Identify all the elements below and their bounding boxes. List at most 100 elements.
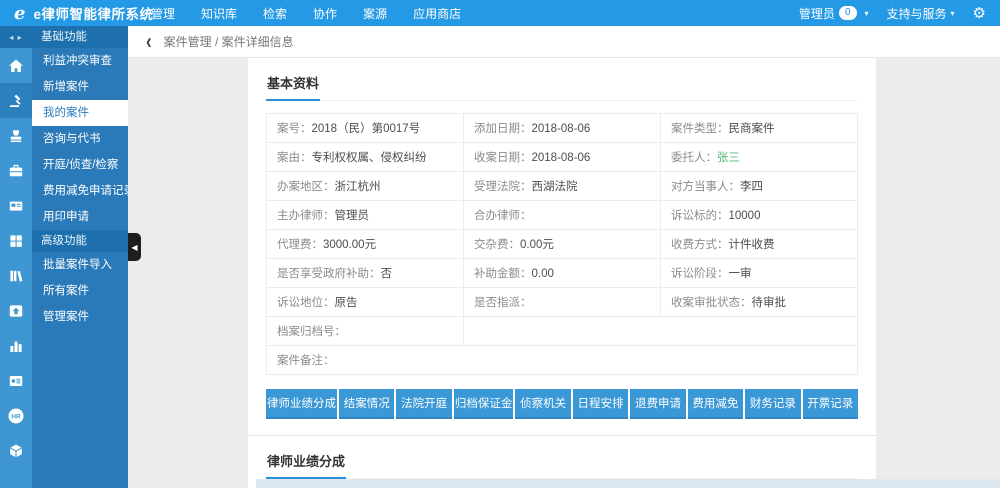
- section-divider: [248, 435, 876, 436]
- nav-collaboration[interactable]: 协作: [313, 5, 337, 22]
- info-cell-accept-date: 收案日期：2018-08-06: [464, 143, 661, 172]
- bar-chart-icon[interactable]: [0, 328, 32, 363]
- btn-investigation-agency[interactable]: 侦察机关: [515, 389, 570, 419]
- info-cell-client: 委托人：张三: [661, 143, 858, 172]
- hr-icon[interactable]: HR: [0, 398, 32, 433]
- nav-search[interactable]: 检索: [263, 5, 287, 22]
- idcard-icon[interactable]: [0, 188, 32, 223]
- nav-case-source[interactable]: 案源: [363, 5, 387, 22]
- stamp-icon[interactable]: [0, 118, 32, 153]
- btn-court-session[interactable]: 法院开庭: [396, 389, 451, 419]
- top-nav: 管理 知识库 检索 协作 案源 应用商店: [138, 5, 474, 22]
- sidebar-item-manage-cases[interactable]: 管理案件: [32, 304, 128, 330]
- info-cell-litigation-stage: 诉讼阶段：一审: [661, 259, 858, 288]
- breadcrumb: ‹ 案件管理 / 案件详细信息: [128, 26, 1000, 58]
- btn-finance-records[interactable]: 财务记录: [745, 389, 800, 419]
- table-row: 是否享受政府补助：否 补助金额：0.00 诉讼阶段：一审: [267, 259, 858, 288]
- nav-knowledge-base[interactable]: 知识库: [201, 5, 237, 22]
- grid-icon[interactable]: [0, 223, 32, 258]
- back-icon[interactable]: ‹: [146, 30, 152, 52]
- app-logo[interactable]: e e律师智能律所系统: [0, 3, 128, 24]
- btn-invoice-records[interactable]: 开票记录: [803, 389, 858, 419]
- sidebar-item-seal-request[interactable]: 用印申请: [32, 204, 128, 230]
- btn-archive-deposit[interactable]: 归档保证金: [454, 389, 514, 419]
- cube-icon[interactable]: [0, 433, 32, 468]
- info-cell-empty: [464, 317, 858, 346]
- nav-manage[interactable]: 管理: [151, 5, 175, 22]
- support-menu[interactable]: 支持与服务 ▾: [887, 5, 955, 22]
- app-window: e e律师智能律所系统 管理 知识库 检索 协作 案源 应用商店 管理员 0 ▾…: [0, 0, 1000, 488]
- sidebar-item-batch-import[interactable]: 批量案件导入: [32, 252, 128, 278]
- logo-icon: e: [14, 3, 25, 24]
- info-cell-misc-fee: 交杂费：0.00元: [464, 230, 661, 259]
- sidebar-section-basic: 基础功能: [32, 26, 128, 48]
- user-name: 管理员: [799, 5, 835, 22]
- info-cell-archive-number: 档案归档号：: [267, 317, 464, 346]
- info-cell-opposite-party: 对方当事人：李四: [661, 172, 858, 201]
- table-row: 档案归档号：: [267, 317, 858, 346]
- btn-refund-request[interactable]: 退费申请: [630, 389, 685, 419]
- case-detail-card: 基本资料 案号：2018（民）第0017号 添加日期：2018-08-06 案件…: [248, 58, 876, 488]
- sidebar-item-all-cases[interactable]: 所有案件: [32, 278, 128, 304]
- info-cell-assigned: 是否指派：: [464, 288, 661, 317]
- sidebar-menu: 基础功能 利益冲突审查 新增案件 我的案件 咨询与代书 开庭/侦查/检察 费用减…: [32, 26, 128, 488]
- user-menu[interactable]: 管理员 0 ▾: [799, 5, 869, 22]
- info-cell-agency-fee: 代理费：3000.00元: [267, 230, 464, 259]
- header-right: 管理员 0 ▾ 支持与服务 ▾ ⚙: [799, 4, 1000, 22]
- info-cell-region: 办案地区：浙江杭州: [267, 172, 464, 201]
- basic-info-table: 案号：2018（民）第0017号 添加日期：2018-08-06 案件类型：民商…: [266, 113, 858, 375]
- presentation-icon[interactable]: [0, 363, 32, 398]
- archive-upload-icon[interactable]: [0, 293, 32, 328]
- info-cell-case-type: 案件类型：民商案件: [661, 114, 858, 143]
- btn-lawyer-performance-split[interactable]: 律师业绩分成: [266, 389, 337, 419]
- top-header: e e律师智能律所系统 管理 知识库 检索 协作 案源 应用商店 管理员 0 ▾…: [0, 0, 1000, 26]
- collapse-arrows-icon[interactable]: ◂ ▸: [0, 26, 32, 48]
- sidebar-item-conflict-check[interactable]: 利益冲突审查: [32, 48, 128, 74]
- svg-text:HR: HR: [11, 413, 21, 420]
- info-cell-co-lawyer: 合办律师：: [464, 201, 661, 230]
- btn-schedule[interactable]: 日程安排: [573, 389, 628, 419]
- sidebar-item-my-cases[interactable]: 我的案件: [32, 100, 128, 126]
- table-row: 主办律师：管理员 合办律师： 诉讼标的：10000: [267, 201, 858, 230]
- sidebar-section-advanced: 高级功能: [32, 230, 128, 252]
- table-row: 案由：专利权权属、侵权纠纷 收案日期：2018-08-06 委托人：张三: [267, 143, 858, 172]
- info-cell-subsidy-amount: 补助金额：0.00: [464, 259, 661, 288]
- support-label: 支持与服务: [887, 5, 947, 22]
- table-row: 案号：2018（民）第0017号 添加日期：2018-08-06 案件类型：民商…: [267, 114, 858, 143]
- sidebar-item-fee-reduction-records[interactable]: 费用减免申请记录: [32, 178, 128, 204]
- sidebar-item-court-investigation[interactable]: 开庭/侦查/检察: [32, 152, 128, 178]
- sidebar-item-new-case[interactable]: 新增案件: [32, 74, 128, 100]
- app-title: e律师智能律所系统: [33, 3, 153, 23]
- action-button-bar: 律师业绩分成 结案情况 法院开庭 归档保证金 侦察机关 日程安排 退费申请 费用…: [266, 389, 858, 419]
- info-cell-gov-subsidy: 是否享受政府补助：否: [267, 259, 464, 288]
- books-icon[interactable]: [0, 258, 32, 293]
- briefcase-icon[interactable]: [0, 153, 32, 188]
- info-cell-litigation-position: 诉讼地位：原告: [267, 288, 464, 317]
- sidebar: ◂ ▸: [0, 26, 128, 488]
- info-cell-court: 受理法院：西湖法院: [464, 172, 661, 201]
- table-row: 诉讼地位：原告 是否指派： 收案审批状态：待审批: [267, 288, 858, 317]
- section-title-performance: 律师业绩分成: [266, 449, 858, 479]
- btn-case-closing[interactable]: 结案情况: [339, 389, 394, 419]
- chevron-down-icon: ▾: [865, 9, 869, 18]
- info-cell-case-remark: 案件备注：: [267, 346, 858, 375]
- sidebar-item-consulting-writing[interactable]: 咨询与代书: [32, 126, 128, 152]
- section-title-basic-info: 基本资料: [266, 71, 858, 101]
- nav-app-store[interactable]: 应用商店: [413, 5, 461, 22]
- info-cell-add-date: 添加日期：2018-08-06: [464, 114, 661, 143]
- footer-strip: [256, 479, 1000, 488]
- sidebar-icon-strip: ◂ ▸: [0, 26, 32, 488]
- info-cell-litigation-amount: 诉讼标的：10000: [661, 201, 858, 230]
- home-icon[interactable]: [0, 48, 32, 83]
- gear-icon[interactable]: ⚙: [973, 4, 986, 22]
- btn-fee-reduction[interactable]: 费用减免: [688, 389, 743, 419]
- sidebar-collapse-handle[interactable]: ◀: [128, 233, 141, 261]
- info-cell-cause: 案由：专利权权属、侵权纠纷: [267, 143, 464, 172]
- chevron-down-icon: ▾: [951, 9, 955, 18]
- table-row: 办案地区：浙江杭州 受理法院：西湖法院 对方当事人：李四: [267, 172, 858, 201]
- info-cell-charge-method: 收费方式：计件收费: [661, 230, 858, 259]
- info-cell-approval-status: 收案审批状态：待审批: [661, 288, 858, 317]
- client-link[interactable]: 张三: [717, 152, 740, 164]
- gavel-icon[interactable]: [0, 83, 32, 118]
- info-cell-case-number: 案号：2018（民）第0017号: [267, 114, 464, 143]
